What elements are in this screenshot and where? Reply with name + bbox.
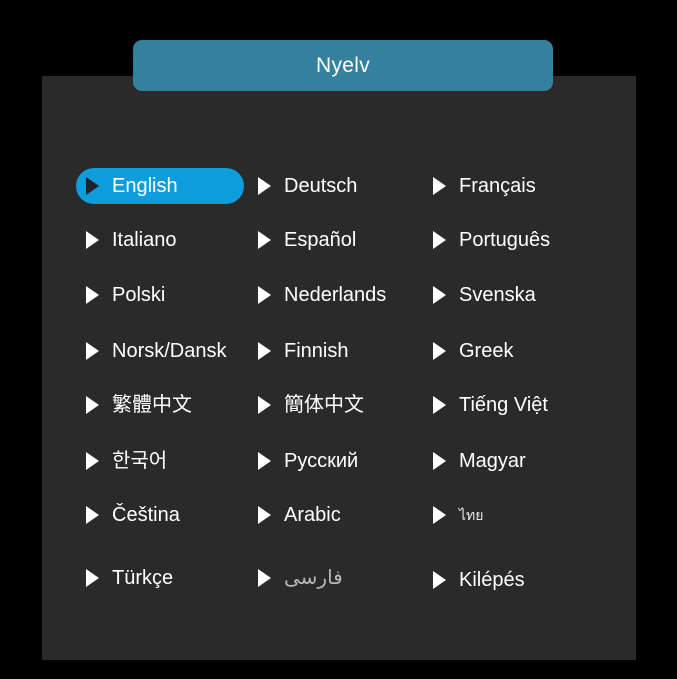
play-triangle-right-icon: [86, 231, 99, 249]
play-triangle-right-icon: [433, 571, 446, 589]
play-triangle-right-icon: [86, 177, 99, 195]
language-option-label: Norsk/Dansk: [112, 340, 227, 362]
language-option-label: 한국어: [112, 450, 168, 472]
language-option-greek[interactable]: Greek: [423, 333, 603, 369]
language-option-deutsch[interactable]: Deutsch: [248, 168, 428, 204]
language-option-item[interactable]: 한국어: [76, 443, 256, 479]
language-option-label: Svenska: [459, 284, 536, 306]
language-option-label: Polski: [112, 284, 166, 306]
menu-title-bar: Nyelv: [133, 40, 553, 91]
play-triangle-right-icon: [86, 506, 99, 524]
play-triangle-right-icon: [86, 569, 99, 587]
language-option-item[interactable]: Русский: [248, 443, 428, 479]
language-option-item[interactable]: فارسی: [248, 560, 428, 596]
play-triangle-right-icon: [258, 177, 271, 195]
play-triangle-right-icon: [258, 231, 271, 249]
language-option-fran-ais[interactable]: Français: [423, 168, 603, 204]
play-triangle-right-icon: [86, 286, 99, 304]
play-triangle-right-icon: [433, 506, 446, 524]
language-option-italiano[interactable]: Italiano: [76, 222, 256, 258]
play-triangle-right-icon: [433, 231, 446, 249]
language-option-kil-p-s[interactable]: Kilépés: [423, 562, 603, 598]
play-triangle-right-icon: [433, 452, 446, 470]
play-triangle-right-icon: [258, 396, 271, 414]
language-option-finnish[interactable]: Finnish: [248, 333, 428, 369]
language-option-label: Español: [284, 229, 357, 251]
language-option-label: Arabic: [284, 504, 341, 526]
play-triangle-right-icon: [433, 286, 446, 304]
play-triangle-right-icon: [258, 286, 271, 304]
language-option-label: Français: [459, 175, 536, 197]
language-option-polski[interactable]: Polski: [76, 277, 256, 313]
language-option-label: Português: [459, 229, 551, 251]
play-triangle-right-icon: [433, 177, 446, 195]
language-option-arabic[interactable]: Arabic: [248, 497, 428, 533]
language-option-label: Greek: [459, 340, 514, 362]
language-option-label: ไทย: [459, 507, 484, 523]
language-option-english[interactable]: English: [76, 168, 244, 204]
page-title: Nyelv: [315, 54, 370, 77]
language-option-label: 繁體中文: [112, 394, 192, 416]
play-triangle-right-icon: [86, 396, 99, 414]
play-triangle-right-icon: [258, 342, 271, 360]
language-option-magyar[interactable]: Magyar: [423, 443, 603, 479]
language-option-item[interactable]: ไทย: [423, 497, 603, 533]
play-triangle-right-icon: [258, 452, 271, 470]
language-option-espa-ol[interactable]: Español: [248, 222, 428, 258]
language-option-t-rk-e[interactable]: Türkçe: [76, 560, 256, 596]
language-option-nederlands[interactable]: Nederlands: [248, 277, 428, 313]
osd-language-menu-screen: Nyelv English Italiano Polski Norsk/Dansk 繁體…: [0, 0, 677, 679]
language-option-label: 簡体中文: [284, 394, 364, 416]
language-option-label: فارسی: [284, 567, 343, 589]
language-option-svenska[interactable]: Svenska: [423, 277, 603, 313]
language-option-label: Tiếng Việt: [459, 394, 548, 416]
play-triangle-right-icon: [86, 342, 99, 360]
language-option-label: Русский: [284, 450, 359, 472]
language-option-label: Magyar: [459, 450, 526, 472]
language-option-item[interactable]: 繁體中文: [76, 387, 256, 423]
language-option-label: Italiano: [112, 229, 177, 251]
play-triangle-right-icon: [258, 569, 271, 587]
play-triangle-right-icon: [258, 506, 271, 524]
language-option-item[interactable]: 簡体中文: [248, 387, 428, 423]
play-triangle-right-icon: [433, 396, 446, 414]
language-option-norsk-dansk[interactable]: Norsk/Dansk: [76, 333, 256, 369]
language-option-label: Nederlands: [284, 284, 387, 306]
language-option-label: Deutsch: [284, 175, 358, 197]
language-option-grid: English Italiano Polski Norsk/Dansk 繁體中文 한국어 Č…: [42, 160, 636, 620]
play-triangle-right-icon: [86, 452, 99, 470]
language-option-label: Kilépés: [459, 569, 525, 591]
play-triangle-right-icon: [433, 342, 446, 360]
language-option-label: Finnish: [284, 340, 349, 362]
language-option-label: Čeština: [112, 504, 180, 526]
language-option-ti-ng-vi-t[interactable]: Tiếng Việt: [423, 387, 603, 423]
language-option-label: English: [112, 175, 178, 197]
language-option-label: Türkçe: [112, 567, 174, 589]
language-option-e-tina[interactable]: Čeština: [76, 497, 256, 533]
language-option-portugu-s[interactable]: Português: [423, 222, 603, 258]
